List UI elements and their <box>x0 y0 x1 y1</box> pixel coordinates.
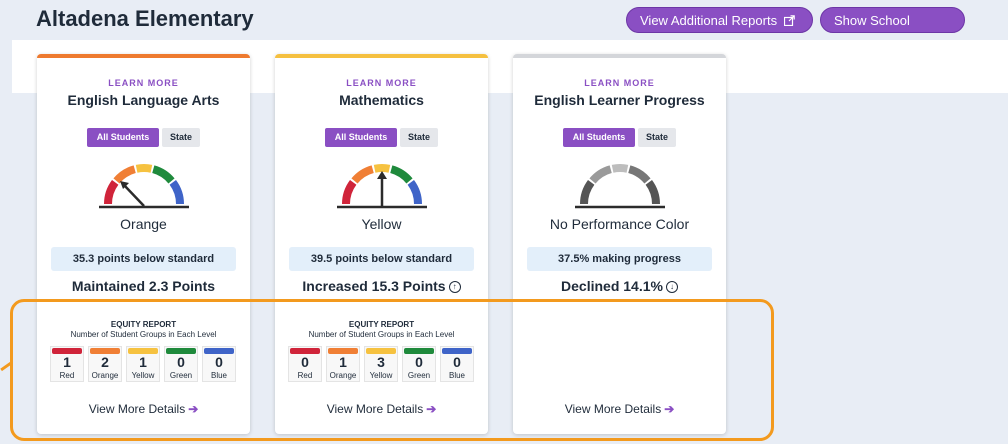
toggle-all-students[interactable]: All Students <box>87 128 159 147</box>
card-title: English Language Arts <box>67 92 220 108</box>
gray-gauge-icon <box>575 164 665 209</box>
learn-more-link[interactable]: LEARN MORE <box>37 78 250 88</box>
toggle-state[interactable]: State <box>638 128 676 147</box>
arrow-up-circle-icon: ↑ <box>448 281 461 293</box>
performance-color-label: No Performance Color <box>549 216 690 232</box>
school-name: Altadena Elementary <box>36 6 254 31</box>
change-text: Declined 14.1% <box>561 278 663 294</box>
card-accent-bar <box>37 54 250 58</box>
performance-gauge-icon <box>99 164 189 209</box>
status-box: 39.5 points below standard <box>289 247 474 271</box>
external-link-icon <box>783 15 795 27</box>
learn-more-link[interactable]: LEARN MORE <box>513 78 726 88</box>
toggle-all-students[interactable]: All Students <box>325 128 397 147</box>
toggle-state[interactable]: State <box>162 128 200 147</box>
status-box: 35.3 points below standard <box>51 247 236 271</box>
toggle-all-students[interactable]: All Students <box>563 128 635 147</box>
change-text: Increased 15.3 Points <box>302 278 446 294</box>
change-label: Declined 14.1% ↓ <box>513 278 726 294</box>
view-additional-reports-button[interactable]: View Additional Reports <box>626 7 813 33</box>
card-title: Mathematics <box>339 92 424 108</box>
card-accent-bar <box>513 54 726 58</box>
learn-more-link[interactable]: LEARN MORE <box>275 78 488 88</box>
card-title: English Learner Progress <box>534 92 705 108</box>
performance-color-label: Yellow <box>361 216 402 232</box>
card-accent-bar <box>275 54 488 58</box>
toggle-state[interactable]: State <box>400 128 438 147</box>
school-header-bar: Altadena Elementary View Additional Repo… <box>0 0 1008 54</box>
change-label: Maintained 2.3 Points <box>71 278 216 294</box>
status-box: 37.5% making progress <box>527 247 712 271</box>
arrow-down-circle-icon: ↓ <box>665 281 678 293</box>
show-school-details-button[interactable]: Show School Details <box>820 7 965 54</box>
change-label: Increased 15.3 Points ↑ <box>275 278 488 294</box>
performance-gauge-icon <box>337 164 427 209</box>
view-additional-reports-label: View Additional Reports <box>640 13 778 28</box>
performance-color-label: Orange <box>120 216 167 232</box>
equity-highlight-frame <box>10 299 774 441</box>
